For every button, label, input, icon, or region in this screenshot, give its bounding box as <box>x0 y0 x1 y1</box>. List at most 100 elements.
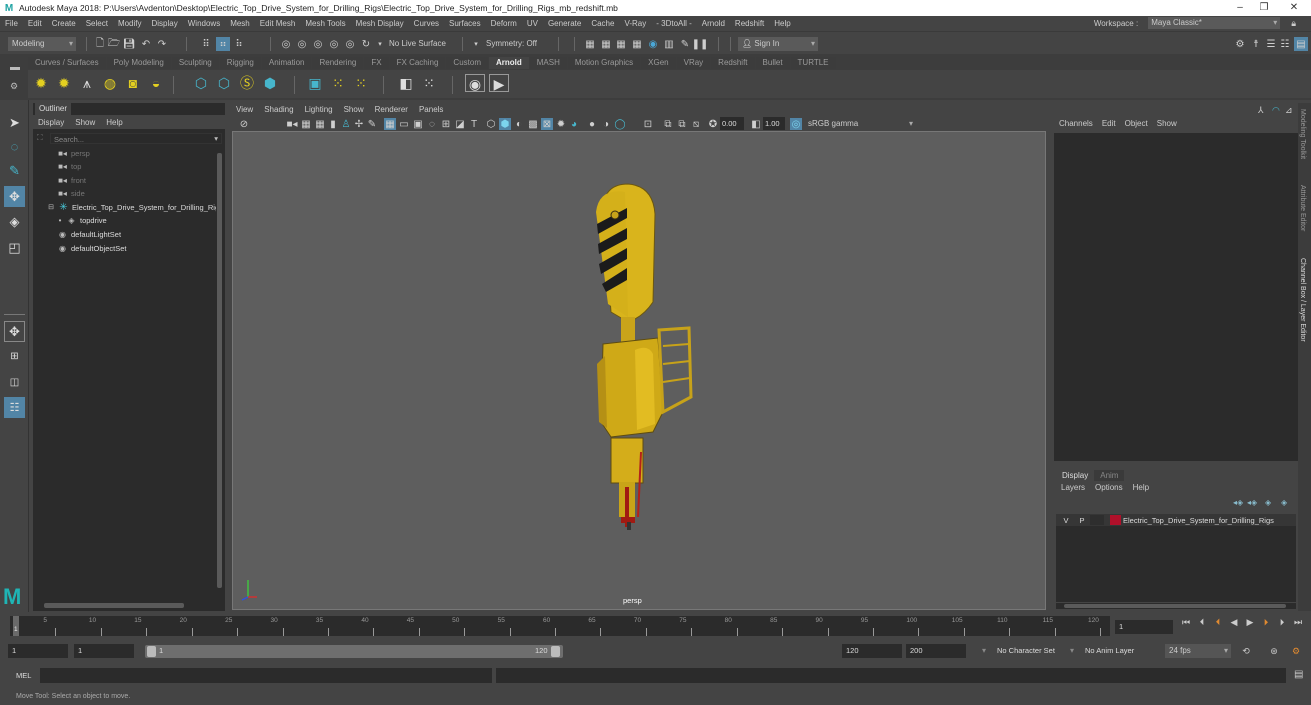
scrollbar-thumb[interactable] <box>44 603 184 608</box>
outliner-item[interactable]: ◉ defaultObjectSet <box>57 242 126 255</box>
scale-tool-icon[interactable]: ◰ <box>4 237 25 258</box>
image-plane-icon[interactable]: ♙ <box>340 118 352 130</box>
animation-start-field[interactable]: 1 <box>8 644 68 658</box>
shelf-tab-poly-modeling[interactable]: Poly Modeling <box>106 57 171 69</box>
outliner-menu-display[interactable]: Display <box>38 118 64 127</box>
use-all-lights-icon[interactable]: ⊠ <box>541 118 553 130</box>
layer-menu-layers[interactable]: Layers <box>1061 483 1085 492</box>
shelf-tab-sculpting[interactable]: Sculpting <box>171 57 219 69</box>
snap-point-icon[interactable]: ◎ <box>312 38 324 50</box>
script-editor-icon[interactable]: ▤ <box>1294 669 1303 680</box>
photometric-light-icon[interactable]: ⩚ <box>78 74 96 92</box>
move-layer-down-icon[interactable]: ◂◈ <box>1247 498 1257 507</box>
layer-visibility-toggle[interactable]: V <box>1058 516 1074 525</box>
channel-menu-show[interactable]: Show <box>1157 119 1177 131</box>
maximize-button[interactable]: ❐ <box>1252 0 1276 16</box>
outliner-item[interactable]: ■◂ side <box>57 187 85 200</box>
channel-menu-channels[interactable]: Channels <box>1059 119 1093 131</box>
3d-viewport[interactable]: persp <box>232 131 1046 610</box>
shelf-tab-mash[interactable]: MASH <box>529 57 567 69</box>
scrollbar-thumb[interactable] <box>1064 604 1286 608</box>
symmetry-dropdown-icon[interactable]: ▾ <box>470 38 482 50</box>
film-gate-icon[interactable]: ▭ <box>398 118 410 130</box>
xray-icon[interactable]: ⧉ <box>662 118 674 130</box>
xray-components-icon[interactable]: ⧅ <box>690 118 702 130</box>
menu-generate[interactable]: Generate <box>548 19 581 28</box>
xray-joints-icon[interactable]: ⧉ <box>676 118 688 130</box>
textured-icon[interactable]: ▩ <box>527 118 539 130</box>
auto-key-icon[interactable]: ⊛ <box>1268 645 1280 657</box>
step-forward-key-icon[interactable]: ⏵ <box>1260 616 1272 628</box>
shelf-tab-redshift[interactable]: Redshift <box>711 57 755 69</box>
select-object-icon[interactable]: ⠶ <box>216 37 230 51</box>
menu-edit[interactable]: Edit <box>28 19 42 28</box>
2d-pan-zoom-icon[interactable]: ✢ <box>353 118 365 130</box>
outliner-item[interactable]: • ◈ topdrive <box>57 214 107 227</box>
layer-menu-options[interactable]: Options <box>1095 483 1123 492</box>
sign-in-button[interactable]: 👤︎ Sign In ▾ <box>738 37 818 51</box>
menu-mesh-tools[interactable]: Mesh Tools <box>305 19 345 28</box>
layer-horizontal-scrollbar[interactable] <box>1056 603 1296 609</box>
character-controls-icon[interactable]: ☨ <box>1250 38 1262 50</box>
outliner-menu-show[interactable]: Show <box>75 118 95 127</box>
hypershade-icon[interactable]: ◉ <box>647 38 659 50</box>
channel-menu-object[interactable]: Object <box>1125 119 1148 131</box>
layer-color-swatch[interactable] <box>1110 515 1121 525</box>
menu-mesh[interactable]: Mesh <box>230 19 250 28</box>
exposure-field[interactable]: 0.00 <box>720 117 744 130</box>
viewport-menu-show[interactable]: Show <box>344 105 364 114</box>
menu-vray[interactable]: V-Ray <box>624 19 646 28</box>
menu-file[interactable]: File <box>5 19 18 28</box>
shelf-tab-rendering[interactable]: Rendering <box>312 57 364 69</box>
field-chart-icon[interactable]: ⊞ <box>440 118 452 130</box>
step-back-key-icon[interactable]: ⏴ <box>1212 616 1224 628</box>
gate-mask-icon[interactable]: ◌ <box>426 118 438 130</box>
minimize-button[interactable]: – <box>1228 0 1252 16</box>
undo-icon[interactable]: ↶ <box>140 38 152 50</box>
layer-name[interactable]: Electric_Top_Drive_System_for_Drilling_R… <box>1123 516 1274 525</box>
outliner-item[interactable]: ■◂ top <box>57 160 81 173</box>
two-view-layout-icon[interactable]: ◫ <box>4 372 25 393</box>
new-layer-selected-icon[interactable]: ◈ <box>1281 498 1287 507</box>
shelf-tab-custom[interactable]: Custom <box>446 57 488 69</box>
pause-render-icon[interactable]: ❚❚ <box>692 38 709 50</box>
depth-of-field-icon[interactable]: ◯ <box>614 118 626 130</box>
viewport-menu-lighting[interactable]: Lighting <box>305 105 333 114</box>
menu-3dtoall[interactable]: - 3DtoAll - <box>656 19 692 28</box>
color-management-icon[interactable]: ◎ <box>790 118 802 130</box>
menu-help[interactable]: Help <box>774 19 790 28</box>
grease-pencil-icon[interactable]: ✎ <box>366 118 378 130</box>
menu-create[interactable]: Create <box>52 19 76 28</box>
shelf-tab-vray[interactable]: VRay <box>676 57 711 69</box>
smooth-shade-icon[interactable]: ⬢ <box>499 118 511 130</box>
scrollbar-thumb[interactable] <box>217 153 222 588</box>
snap-rotate-icon[interactable]: ↻ <box>360 38 372 50</box>
new-layer-icon[interactable]: ◈ <box>1265 498 1271 507</box>
play-backwards-icon[interactable]: ◀ <box>1228 616 1240 628</box>
viewport-menu-panels[interactable]: Panels <box>419 105 443 114</box>
snap-view-plane-icon[interactable]: ◎ <box>328 38 340 50</box>
resolution-gate-icon[interactable]: ▣ <box>412 118 424 130</box>
layer-playback-toggle[interactable]: P <box>1074 516 1090 525</box>
render-setup-icon[interactable]: ✎ <box>679 38 691 50</box>
select-hierarchy-icon[interactable]: ⠿ <box>200 38 212 50</box>
shadows-icon[interactable]: ✹ <box>555 118 567 130</box>
grid-icon[interactable]: ▦ <box>384 118 396 130</box>
mel-label[interactable]: MEL <box>16 671 31 680</box>
ipr-render-icon[interactable]: ▦ <box>615 38 627 50</box>
skydome-light-icon[interactable]: ◍ <box>101 74 119 92</box>
outliner-horizontal-scrollbar[interactable] <box>41 602 213 608</box>
range-start-handle[interactable] <box>147 646 156 657</box>
playback-start-field[interactable]: 1 <box>74 644 134 658</box>
menu-windows[interactable]: Windows <box>188 19 220 28</box>
gamma-field[interactable]: 1.00 <box>763 117 785 130</box>
shading-ball-icon[interactable]: ◧ <box>397 74 415 92</box>
outliner-item[interactable]: ■◂ front <box>57 174 86 187</box>
shelf-tab-fx[interactable]: FX <box>364 57 389 69</box>
go-to-end-icon[interactable]: ⏭ <box>1292 616 1304 628</box>
move-layer-up-icon[interactable]: ◂◈ <box>1233 498 1243 507</box>
bookmark-icon[interactable]: ▮ <box>327 118 339 130</box>
shelf-tab-curves-surfaces[interactable]: Curves / Surfaces <box>28 57 106 69</box>
modeling-toolkit-toggle-icon[interactable]: ⚙ <box>1234 38 1246 50</box>
motion-blur-icon[interactable]: ● <box>586 118 598 130</box>
